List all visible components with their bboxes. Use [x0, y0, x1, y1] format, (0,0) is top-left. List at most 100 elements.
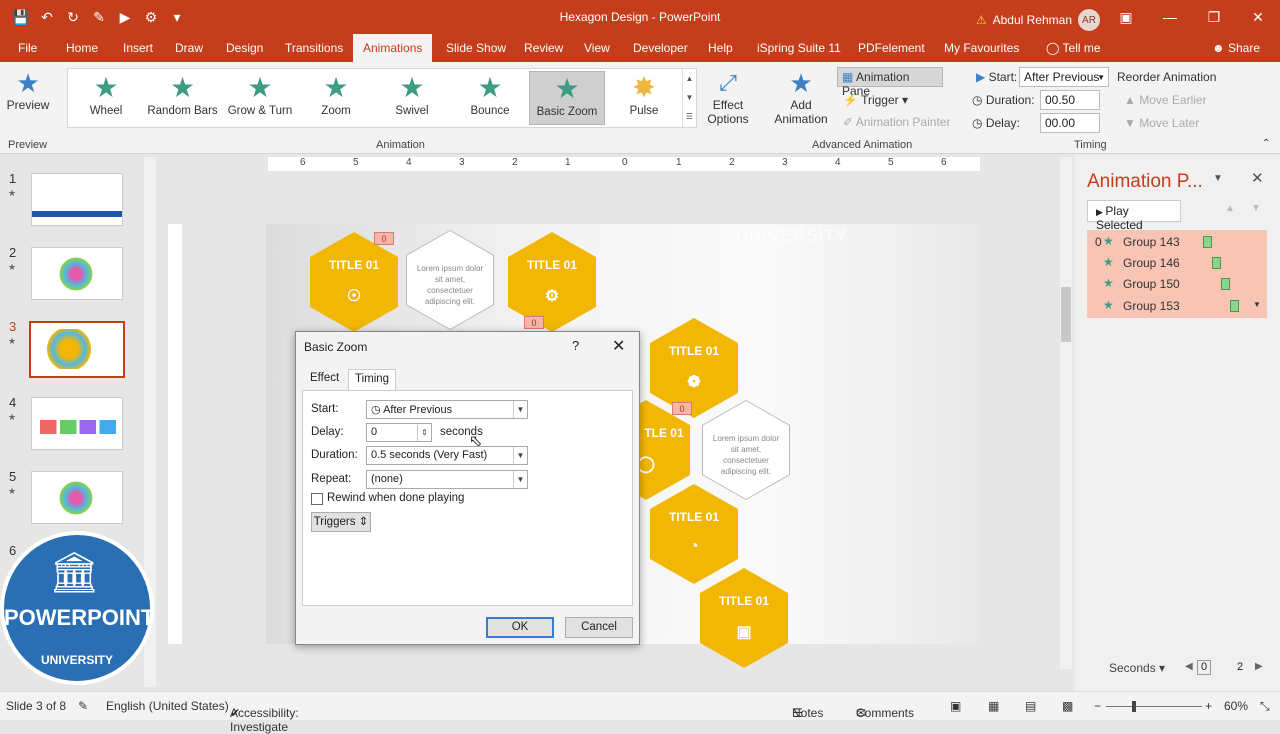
- horizontal-ruler: 6 5 4 3 2 1 0 1 2 3 4 5 6: [268, 157, 980, 171]
- tab-draw[interactable]: Draw: [169, 34, 209, 62]
- slide-thumbnail-2[interactable]: [31, 247, 123, 300]
- language[interactable]: English (United States): [106, 699, 229, 713]
- tab-design[interactable]: Design: [220, 34, 269, 62]
- collapse-ribbon-icon[interactable]: ⌃: [1262, 138, 1270, 149]
- tab-tell-me[interactable]: ◯ Tell me: [1040, 34, 1107, 62]
- user-account[interactable]: ⚠ Abdul Rehman AR: [976, 9, 1100, 31]
- tab-ispring[interactable]: iSpring Suite 11: [751, 34, 847, 62]
- share-button[interactable]: ☻ Share: [1206, 34, 1266, 62]
- tab-slide-show[interactable]: Slide Show: [440, 34, 512, 62]
- tab-effect[interactable]: Effect: [304, 369, 345, 391]
- pane-close-icon[interactable]: ✕: [1251, 169, 1264, 187]
- move-earlier-button[interactable]: ▲ Move Earlier: [1124, 93, 1207, 107]
- spelling-icon[interactable]: ✎: [78, 699, 88, 713]
- animation-swivel[interactable]: ★ Swivel: [374, 71, 450, 125]
- hexagon-title[interactable]: TITLE 01 ⚙: [508, 232, 596, 332]
- hexagon-text[interactable]: Lorem ipsum dolor sit amet, consectetuer…: [702, 400, 790, 500]
- gallery-more-icon[interactable]: ☰: [683, 107, 696, 126]
- avatar[interactable]: AR: [1078, 9, 1100, 31]
- rewind-checkbox[interactable]: [311, 493, 323, 505]
- animation-item[interactable]: ★ Group 146: [1087, 252, 1267, 273]
- duration-select[interactable]: 0.5 seconds (Very Fast) ▼: [366, 446, 528, 465]
- delay-input[interactable]: 0 ⇕: [366, 423, 432, 442]
- move-down-icon[interactable]: ▼: [1251, 203, 1261, 214]
- pane-options-icon[interactable]: ▼: [1213, 173, 1223, 184]
- slide-thumbnail-3[interactable]: [29, 321, 125, 378]
- preview-button[interactable]: ★ Preview: [6, 68, 50, 112]
- animation-item[interactable]: ★ Group 150: [1087, 273, 1267, 294]
- zoom-level[interactable]: 60%: [1224, 699, 1248, 713]
- hexagon-title[interactable]: TITLE 01 ◔: [650, 484, 738, 584]
- repeat-select[interactable]: (none) ▼: [366, 470, 528, 489]
- close-icon[interactable]: ✕: [1236, 0, 1280, 34]
- dialog-close-icon[interactable]: ✕: [612, 336, 625, 356]
- normal-view-icon[interactable]: ▣: [950, 699, 961, 713]
- start-select[interactable]: ◷ After Previous ▼: [366, 400, 528, 419]
- timeline-right-icon[interactable]: ▶: [1255, 661, 1263, 672]
- slide-scrollbar[interactable]: [1060, 157, 1072, 669]
- tab-timing[interactable]: Timing: [348, 369, 397, 391]
- gallery-up-icon[interactable]: ▲: [683, 69, 696, 88]
- seconds-dropdown[interactable]: Seconds ▾: [1109, 661, 1165, 675]
- zoom-slider-thumb[interactable]: [1132, 701, 1136, 712]
- ok-button[interactable]: OK: [486, 617, 554, 638]
- restore-icon[interactable]: ❐: [1192, 0, 1236, 34]
- triggers-button[interactable]: Triggers ⇕: [311, 512, 371, 532]
- tab-review[interactable]: Review: [518, 34, 569, 62]
- spinner-icon[interactable]: ⇕: [417, 424, 431, 441]
- animation-grow-turn[interactable]: ★ Grow & Turn: [222, 71, 298, 125]
- tab-insert[interactable]: Insert: [117, 34, 159, 62]
- tab-developer[interactable]: Developer: [627, 34, 694, 62]
- hexagon-title[interactable]: TITLE 01 ❁: [650, 318, 738, 418]
- move-later-button[interactable]: ▼ Move Later: [1124, 116, 1199, 130]
- item-dropdown-icon[interactable]: ▼: [1253, 300, 1261, 309]
- add-animation-button[interactable]: ★ Add Animation: [768, 68, 834, 126]
- gallery-down-icon[interactable]: ▼: [683, 88, 696, 107]
- start-select[interactable]: After Previous ▼: [1019, 67, 1109, 87]
- effect-options-button[interactable]: ⤢ Effect Options: [700, 68, 756, 126]
- animation-pulse[interactable]: ✸ Pulse: [606, 71, 682, 125]
- gallery-scroll[interactable]: ▲ ▼ ☰: [682, 69, 696, 127]
- slide-thumbnail-5[interactable]: [31, 471, 123, 524]
- zoom-in-icon[interactable]: +: [1205, 699, 1212, 713]
- tab-pdfelement[interactable]: PDFelement: [852, 34, 931, 62]
- zoom-out-icon[interactable]: −: [1094, 699, 1101, 713]
- move-up-icon[interactable]: ▲: [1225, 203, 1235, 214]
- cancel-button[interactable]: Cancel: [565, 617, 633, 638]
- animation-bounce[interactable]: ★ Bounce: [452, 71, 528, 125]
- hexagon-text[interactable]: Lorem ipsum dolor sit amet, consectetuer…: [406, 230, 494, 330]
- tab-help[interactable]: Help: [702, 34, 739, 62]
- slide-thumbnail-4[interactable]: [31, 397, 123, 450]
- animation-item[interactable]: 0 ★ Group 143: [1087, 231, 1267, 252]
- ribbon-display-icon[interactable]: ▣: [1104, 0, 1148, 34]
- tab-file[interactable]: File: [12, 34, 43, 62]
- trigger-button[interactable]: ⚡ Trigger ▾: [843, 93, 908, 107]
- tab-view[interactable]: View: [578, 34, 616, 62]
- slideshow-view-icon[interactable]: ▩: [1062, 699, 1073, 713]
- tab-animations[interactable]: Animations: [353, 34, 433, 62]
- reading-view-icon[interactable]: ▤: [1025, 699, 1036, 713]
- help-icon[interactable]: ?: [572, 338, 579, 353]
- delay-input[interactable]: 00.00: [1040, 113, 1100, 133]
- duration-input[interactable]: 00.50: [1040, 90, 1100, 110]
- zoom-slider[interactable]: [1106, 701, 1202, 712]
- animation-painter-button[interactable]: ✐ Animation Painter: [843, 115, 950, 129]
- slide-sorter-icon[interactable]: ▦: [988, 699, 999, 713]
- hexagon-title[interactable]: TITLE 01 ▣: [700, 568, 788, 668]
- scroll-thumb[interactable]: [1061, 287, 1071, 342]
- animation-basic-zoom[interactable]: ★ Basic Zoom: [529, 71, 605, 125]
- hexagon-title[interactable]: TITLE 01 ☉: [310, 232, 398, 332]
- timeline-left-icon[interactable]: ◀: [1185, 661, 1193, 672]
- tab-transitions[interactable]: Transitions: [279, 34, 349, 62]
- minimize-icon[interactable]: —: [1148, 0, 1192, 34]
- tab-my-favourites[interactable]: My Favourites: [938, 34, 1025, 62]
- animation-pane-button[interactable]: ▦ Animation Pane: [837, 67, 943, 98]
- fit-slide-icon[interactable]: ⤡: [1260, 699, 1270, 714]
- animation-item[interactable]: ★ Group 153 ▼: [1087, 295, 1267, 316]
- animation-random-bars[interactable]: ★ Random Bars: [144, 71, 221, 125]
- tab-home[interactable]: Home: [60, 34, 104, 62]
- animation-wheel[interactable]: ★ Wheel: [68, 71, 144, 125]
- play-selected-button[interactable]: ▶ Play Selected: [1087, 200, 1181, 232]
- animation-zoom[interactable]: ★ Zoom: [298, 71, 374, 125]
- slide-thumbnail-1[interactable]: [31, 173, 123, 226]
